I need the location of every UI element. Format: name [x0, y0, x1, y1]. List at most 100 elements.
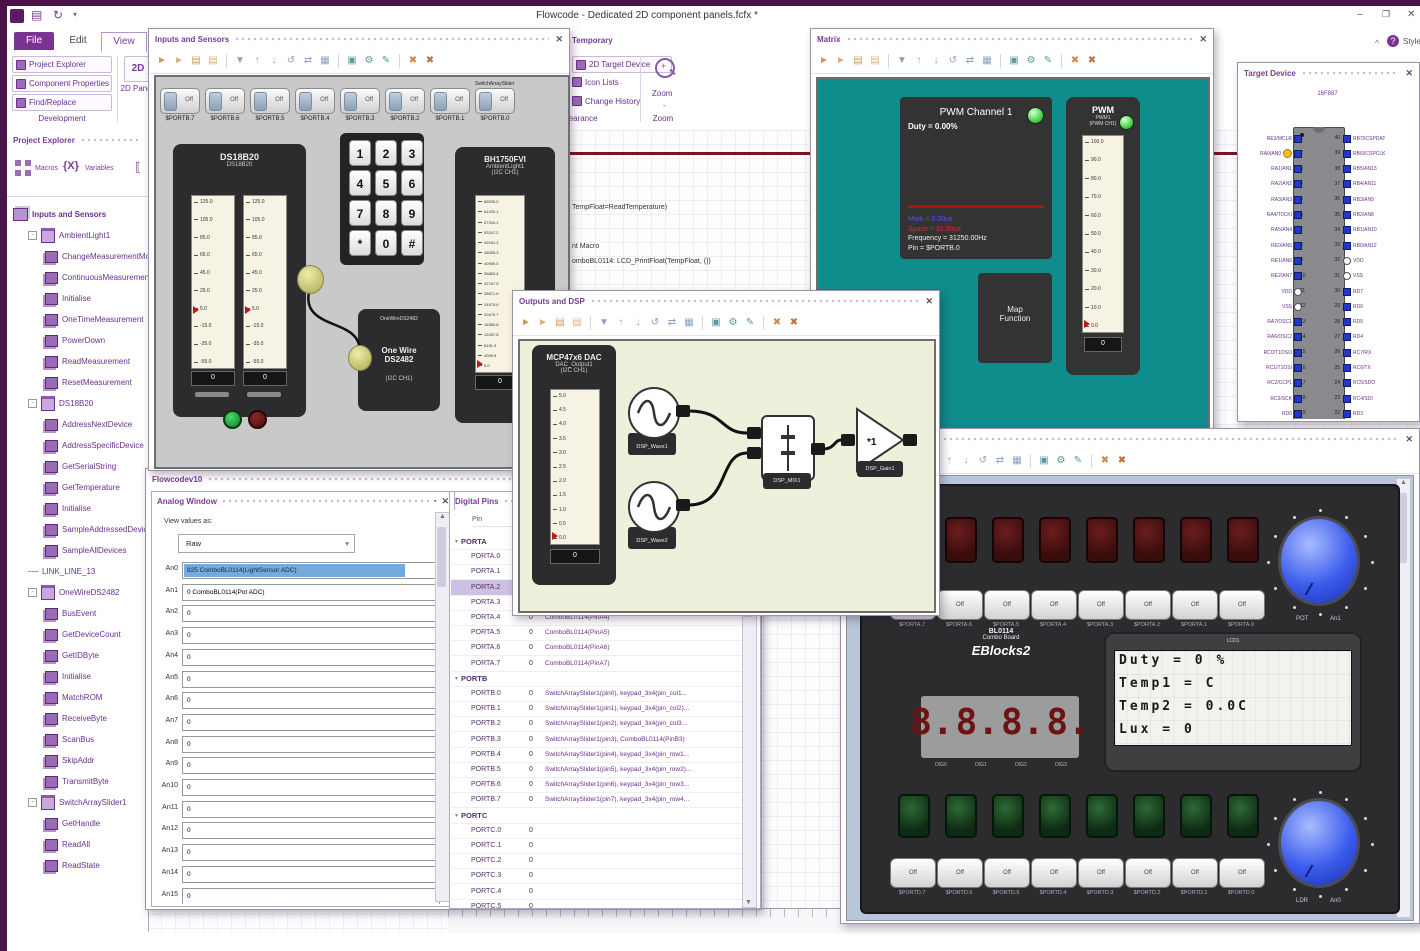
toolbar-icon[interactable]: ▤: [570, 316, 584, 330]
off-button-$PORTD.0[interactable]: Off: [1219, 858, 1265, 888]
switch-thumb[interactable]: [344, 92, 357, 111]
tree-macro-addressspecificdevice[interactable]: AddressSpecificDevice: [7, 435, 148, 456]
toolbar-icon[interactable]: ▣: [1037, 454, 1051, 468]
analog-row-input[interactable]: 0: [182, 757, 440, 775]
port-group-portc[interactable]: ▾ PORTC: [451, 808, 743, 824]
tree-macro-resetmeasurement[interactable]: ResetMeasurement: [7, 372, 148, 393]
keypad-key-4[interactable]: 4: [349, 170, 371, 196]
tree-macro-readmeasurement[interactable]: ReadMeasurement: [7, 351, 148, 372]
toolbar-icon[interactable]: ↺: [976, 454, 990, 468]
toolbar-icon[interactable]: ↑: [614, 316, 628, 330]
pin-row-portb.1[interactable]: PORTB.1 0 SwitchArraySlider1(pin1), keypad…: [451, 701, 743, 718]
tree-macro-initialise[interactable]: Initialise: [7, 288, 148, 309]
tree-macro-receivebyte[interactable]: ReceiveByte: [7, 708, 148, 729]
onewire-connector-1[interactable]: [297, 265, 324, 294]
off-button-$PORTA.1[interactable]: Off: [1172, 590, 1218, 620]
off-button-$PORTA.3[interactable]: Off: [1078, 590, 1124, 620]
slider-marker[interactable]: [245, 306, 251, 315]
minimize-icon[interactable]: –: [1357, 9, 1363, 20]
toolbar-icon[interactable]: ▦: [1010, 454, 1024, 468]
toolbar-icon[interactable]: ✖: [1085, 54, 1099, 68]
toolbar-icon[interactable]: ✖: [1098, 454, 1112, 468]
toolbar-icon[interactable]: ▤: [868, 54, 882, 68]
close-icon[interactable]: ✕: [441, 496, 449, 507]
temperature-slider-2[interactable]: 125.0 105.0 85.0 65.0 45.0 25.0 5.0 -15.0 -35.0-…: [243, 195, 287, 369]
tree-macro-transmitbyte[interactable]: TransmitByte: [7, 771, 148, 792]
analog-row-input[interactable]: 0: [182, 865, 440, 883]
tree-item-onewireds2482[interactable]: - OneWireDS2482: [7, 582, 148, 603]
mixer-block[interactable]: [761, 415, 815, 481]
ribbon-button-component-properties[interactable]: Component Properties: [12, 75, 112, 92]
tree-macro-skipaddr[interactable]: SkipAddr: [7, 750, 148, 771]
scroll-up-icon[interactable]: ▲: [1400, 479, 1407, 486]
pin-row-porta.6[interactable]: PORTA.6 0 ComboBL0114(PinA6): [451, 640, 743, 657]
group-expanded-icon[interactable]: ▾: [455, 812, 458, 819]
wave2-generator[interactable]: [628, 481, 680, 533]
expander-icon[interactable]: -: [28, 798, 37, 807]
toolbar-icon[interactable]: ▣: [345, 54, 359, 68]
toolbar-icon[interactable]: ✖: [406, 54, 420, 68]
slider-marker[interactable]: [477, 360, 483, 368]
off-button-$PORTD.6[interactable]: Off: [937, 858, 983, 888]
switch-thumb[interactable]: [254, 92, 267, 111]
tree-macro-getserialstring[interactable]: GetSerialString: [7, 456, 148, 477]
toggle-switch-$PORTB.7[interactable]: Off: [160, 88, 200, 114]
zoom-minus[interactable]: -: [663, 98, 666, 112]
zoom-icon[interactable]: +: [655, 58, 676, 78]
toggle-switch-$PORTB.6[interactable]: Off: [205, 88, 245, 114]
tree-macro-initialise[interactable]: Initialise: [7, 666, 148, 687]
ribbon-button-project-explorer[interactable]: Project Explorer: [12, 56, 112, 73]
pin-row-portc.0[interactable]: PORTC.0 0: [451, 823, 743, 839]
toolbar-icon[interactable]: ►: [834, 54, 848, 68]
off-button-$PORTD.7[interactable]: Off: [890, 858, 936, 888]
variables-icon[interactable]: {X}: [63, 160, 79, 172]
close-icon[interactable]: ✕: [1199, 34, 1207, 45]
toolbar-icon[interactable]: ▤: [851, 54, 865, 68]
analog-row-input[interactable]: 0: [182, 844, 440, 862]
wave1-generator[interactable]: [628, 387, 680, 439]
knob-ldr[interactable]: [1278, 798, 1360, 888]
macros-label[interactable]: Macros: [35, 165, 58, 172]
keypad-key-star[interactable]: *: [349, 230, 371, 256]
toolbar-icon[interactable]: ▤: [189, 54, 203, 68]
scrollbar-thumb[interactable]: [437, 527, 446, 587]
variables-label[interactable]: Variables: [85, 165, 114, 172]
analog-row-input[interactable]: 0: [182, 627, 440, 645]
toolbar-icon[interactable]: ⇄: [963, 54, 977, 68]
toolbar-icon[interactable]: ►: [172, 54, 186, 68]
off-button-$PORTD.4[interactable]: Off: [1031, 858, 1077, 888]
toolbar-icon[interactable]: ✎: [1071, 454, 1085, 468]
off-button-$PORTA.4[interactable]: Off: [1031, 590, 1077, 620]
off-button-$PORTD.3[interactable]: Off: [1078, 858, 1124, 888]
mixer-input1-plug[interactable]: [747, 427, 761, 439]
toolbar-icon[interactable]: ⇄: [993, 454, 1007, 468]
off-button-$PORTA.2[interactable]: Off: [1125, 590, 1171, 620]
toggle-switch-$PORTB.4[interactable]: Off: [295, 88, 335, 114]
toolbar-icon[interactable]: ⇄: [665, 316, 679, 330]
toolbar-icon[interactable]: ↓: [929, 54, 943, 68]
toolbar-icon[interactable]: ►: [536, 316, 550, 330]
switch-thumb[interactable]: [434, 92, 447, 111]
toggle-switch-$PORTB.1[interactable]: Off: [430, 88, 470, 114]
help-icon[interactable]: ?: [1387, 35, 1399, 47]
toolbar-icon[interactable]: ↓: [631, 316, 645, 330]
slider-marker[interactable]: [193, 306, 199, 315]
keypad-key-0[interactable]: 0: [375, 230, 397, 256]
toolbar-icon[interactable]: ►: [519, 316, 533, 330]
keypad-key-2[interactable]: 2: [375, 140, 397, 166]
analog-row-input[interactable]: 0: [182, 735, 440, 753]
analog-row-input[interactable]: 0: [182, 800, 440, 818]
keypad-key-7[interactable]: 7: [349, 200, 371, 226]
switch-thumb[interactable]: [209, 92, 222, 111]
tree-macro-matchrom[interactable]: MatchROM: [7, 687, 148, 708]
toolbar-icon[interactable]: ✖: [770, 316, 784, 330]
toolbar-icon[interactable]: ↓: [959, 454, 973, 468]
ribbon-button-icon-lists[interactable]: Icon Lists: [572, 75, 619, 89]
analog-row-input[interactable]: 0 ComboBL0114(Pot ADC): [182, 583, 440, 601]
toolbar-icon[interactable]: ⚙: [362, 54, 376, 68]
tree-item-inputs and sensors[interactable]: Inputs and Sensors: [7, 204, 148, 225]
toolbar-icon[interactable]: ►: [155, 54, 169, 68]
tab-view[interactable]: View: [101, 32, 147, 52]
analog-row-input[interactable]: 0: [182, 779, 440, 796]
toolbar-icon[interactable]: ↓: [267, 54, 281, 68]
